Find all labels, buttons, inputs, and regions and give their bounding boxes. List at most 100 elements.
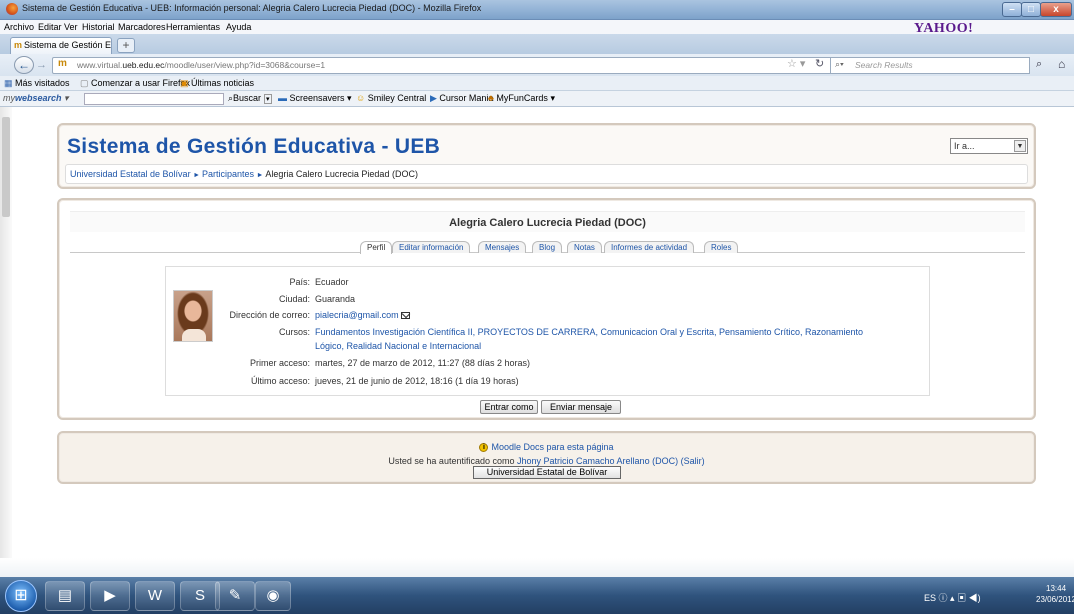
city-value: Guaranda [315, 294, 356, 304]
menu-editar[interactable]: Editar [38, 22, 62, 32]
moodle-docs-link[interactable]: Moodle Docs para esta página [491, 442, 613, 452]
menu-ver[interactable]: Ver [64, 22, 78, 32]
site-favicon-icon: m [58, 58, 67, 69]
first-access-label: Primer acceso: [249, 358, 310, 368]
system-tray: ES ⓘ ▴ ▣ ◀) [924, 591, 981, 604]
clock[interactable]: 13:44 23/06/2012 [1036, 583, 1074, 605]
browser-tab[interactable]: mSistema de Gestión Educativa - UEB: Inf… [10, 37, 112, 54]
bookmark-comenzar-firefox[interactable]: ▢ Comenzar a usar Firefox [80, 78, 190, 89]
bookmark-mas-visitados[interactable]: ▦ Más visitados [4, 78, 70, 89]
back-arrow-icon[interactable]: ← [14, 56, 34, 74]
minimize-button[interactable]: – [1002, 2, 1022, 17]
menu-ayuda[interactable]: Ayuda [226, 22, 251, 32]
screensaver-icon: ▬ [278, 93, 290, 103]
breadcrumb: Universidad Estatal de Bolívar ► Partici… [70, 169, 418, 179]
page-icon: ▢ [80, 78, 92, 88]
word-taskbar-icon[interactable]: W [135, 581, 175, 611]
smiley-icon: ☺ [356, 93, 368, 103]
window-title: Sistema de Gestión Educativa - UEB: Info… [22, 3, 482, 13]
media-player-taskbar-icon[interactable]: ▶ [90, 581, 130, 611]
email-label: Dirección de correo: [229, 310, 310, 320]
screensavers-button[interactable]: ▬ Screensavers ▾ [278, 93, 352, 104]
logged-user-link[interactable]: Jhony Patricio Camacho Arellano (DOC) [517, 456, 678, 466]
bookmarks-folder-icon: ▦ [4, 78, 16, 88]
start-button[interactable]: ⊞ [5, 580, 37, 612]
myfuncards-button[interactable]: ♣ MyFunCards ▾ [488, 93, 555, 104]
maximize-button[interactable]: □ [1021, 2, 1041, 17]
logout-link[interactable]: (Salir) [681, 456, 705, 466]
paint-taskbar-icon[interactable]: ✎ [215, 581, 255, 611]
breadcrumb-link-participants[interactable]: Participantes [202, 169, 254, 179]
menu-historial[interactable]: Historial [82, 22, 115, 32]
network-icon[interactable]: ▣ [957, 593, 969, 603]
search-go-icon[interactable]: ⌕ [1036, 58, 1042, 71]
cursor-icon: ▶ [430, 93, 440, 103]
site-title: Sistema de Gestión Educativa - UEB [67, 135, 441, 158]
tab-editar-informacion[interactable]: Editar información [392, 241, 471, 253]
menu-herramientas[interactable]: Herramientas [166, 22, 220, 32]
window-title-bar: Sistema de Gestión Educativa - UEB: Info… [0, 0, 1074, 20]
help-icon[interactable]: ⓘ [939, 593, 951, 603]
breadcrumb-link-university[interactable]: Universidad Estatal de Bolívar [70, 169, 191, 179]
clock-time: 13:44 [1046, 584, 1067, 593]
tab-bar [0, 34, 1074, 54]
login-as-button[interactable]: Entrar como [480, 400, 538, 414]
send-message-button[interactable]: Enviar mensaje [541, 400, 621, 414]
scrollbar[interactable] [0, 107, 12, 558]
explorer-taskbar-icon[interactable]: ▤ [45, 581, 85, 611]
tray-expand-icon[interactable]: ▴ [950, 593, 955, 603]
envelope-icon[interactable] [400, 312, 410, 320]
menu-archivo[interactable]: Archivo [4, 22, 34, 32]
home-button[interactable]: Universidad Estatal de Bolívar [473, 466, 621, 479]
skype-taskbar-icon[interactable]: S [180, 581, 220, 611]
login-info-text: Usted se ha autentificado como [388, 456, 515, 466]
volume-icon[interactable]: ◀) [969, 593, 981, 603]
close-button[interactable]: x [1040, 2, 1072, 17]
bookmark-star-icon[interactable]: ☆ ▾ [787, 57, 805, 70]
email-link[interactable]: pialecria@gmail.com [315, 310, 399, 320]
search-engine-icon[interactable]: ⌕▾ [835, 59, 844, 70]
country-label: País: [289, 277, 310, 287]
tab-blog[interactable]: Blog [532, 241, 563, 253]
chevron-down-icon[interactable]: ▼ [1014, 140, 1026, 152]
buscar-button[interactable]: ⌕Buscar [228, 93, 261, 104]
bookmark-ultimas-noticias[interactable]: ▣ Últimas noticias [180, 78, 254, 89]
firefox-taskbar-icon[interactable]: ◉ [255, 581, 291, 611]
tab-roles[interactable]: Roles [704, 241, 739, 253]
page-blank-area [0, 558, 1074, 577]
url-text[interactable]: www.virtual.ueb.edu.ec/moodle/user/view.… [77, 60, 325, 70]
breadcrumb-current: Alegria Calero Lucrecia Piedad (DOC) [265, 169, 418, 179]
courses-label: Cursos: [278, 327, 310, 337]
last-access-label: Último acceso: [250, 376, 310, 386]
tab-notas[interactable]: Notas [567, 241, 602, 253]
tab-label: Sistema de Gestión Educativa - UEB: Info… [24, 40, 112, 50]
tab-perfil[interactable]: Perfil [360, 241, 393, 254]
tab-informes-actividad[interactable]: Informes de actividad [604, 241, 695, 253]
tab-mensajes[interactable]: Mensajes [478, 241, 527, 253]
cursor-mania-button[interactable]: ▶ Cursor Mania [430, 93, 493, 104]
mywebsearch-logo[interactable]: mywebsearch ▾ [3, 93, 69, 104]
forward-arrow-icon[interactable]: → [36, 59, 47, 71]
email-field: pialecria@gmail.com [315, 310, 410, 320]
buscar-dropdown-icon[interactable]: ▾ [264, 94, 272, 104]
home-icon[interactable]: ⌂ [1058, 57, 1065, 71]
jump-to-select[interactable]: Ir a... ▼ [950, 138, 1028, 154]
breadcrumb-separator-icon: ► [193, 172, 202, 179]
menu-marcadores[interactable]: Marcadores [118, 22, 166, 32]
search-placeholder[interactable]: Search Results [855, 60, 913, 70]
rss-icon: ▣ [180, 78, 192, 88]
new-tab-button[interactable]: + [117, 38, 135, 53]
courses-list-line-1[interactable]: Fundamentos Investigación Científica II,… [315, 327, 863, 337]
reload-icon[interactable]: ↻ [815, 57, 824, 70]
login-info: Usted se ha autentificado como Jhony Pat… [57, 456, 1036, 466]
scrollbar-thumb[interactable] [2, 117, 10, 217]
info-icon: i [479, 443, 489, 453]
language-indicator[interactable]: ES [924, 593, 936, 603]
courses-list-line-2[interactable]: Lógico, Realidad Nacional e Internaciona… [315, 341, 481, 351]
moodle-docs-line: i Moodle Docs para esta página [57, 442, 1036, 453]
smiley-central-button[interactable]: ☺ Smiley Central [356, 93, 426, 103]
moodle-favicon-icon: m [14, 40, 23, 50]
mywebsearch-input[interactable] [84, 93, 224, 105]
country-value: Ecuador [315, 277, 349, 287]
user-name-heading: Alegria Calero Lucrecia Piedad (DOC) [449, 217, 646, 229]
